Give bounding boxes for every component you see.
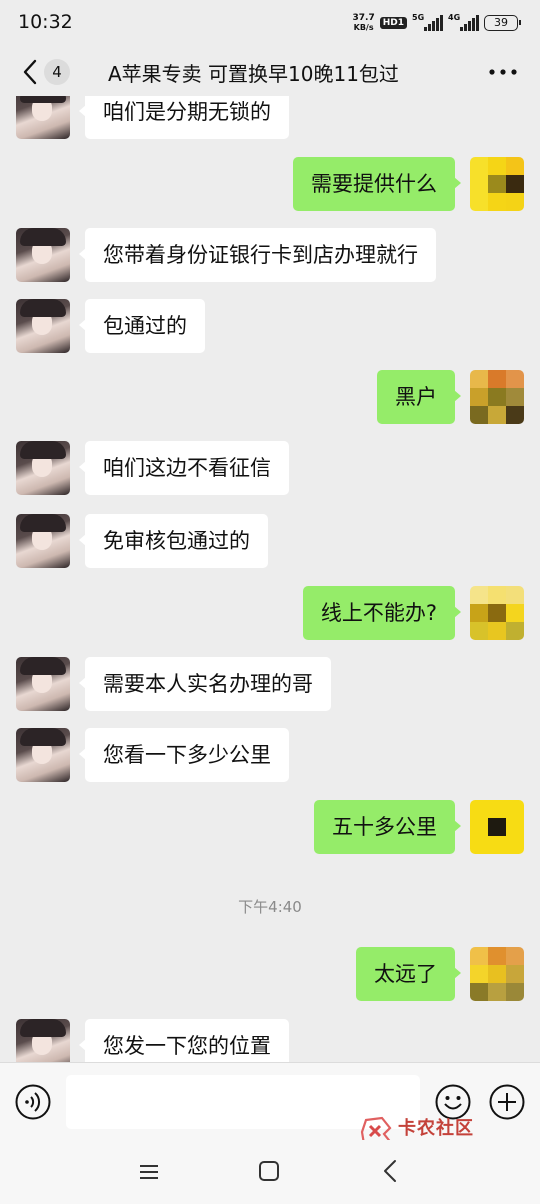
chat-input-bar <box>0 1062 540 1140</box>
contact-avatar[interactable] <box>16 228 70 282</box>
self-avatar[interactable] <box>470 800 524 854</box>
hd-badge: HD1 <box>379 17 407 29</box>
message-timestamp: 下午4:40 <box>238 898 302 916</box>
contact-avatar[interactable] <box>16 299 70 353</box>
status-bar: 10:32 37.7 KB/s HD1 5G 4G 39 <box>0 0 540 48</box>
more-horizontal-icon[interactable] <box>488 68 518 76</box>
network-speed-value: 37.7 <box>352 13 375 23</box>
sent-message-bubble[interactable]: 太远了 <box>356 947 461 1001</box>
received-message-bubble[interactable]: 您看一下多少公里 <box>79 728 289 782</box>
message-row: 咱们是分期无锁的 <box>0 96 540 145</box>
message-row: 需要本人实名办理的哥 <box>0 657 540 717</box>
chevron-left-icon[interactable] <box>18 58 44 86</box>
message-text-input[interactable] <box>66 1075 420 1129</box>
contact-avatar[interactable] <box>16 514 70 568</box>
message-row: 线上不能办? <box>0 586 540 646</box>
received-message-bubble[interactable]: 免审核包通过的 <box>79 514 268 568</box>
message-row: 免审核包通过的 <box>0 514 540 574</box>
contact-avatar[interactable] <box>16 96 70 139</box>
signal-5g-label: 5G <box>412 13 425 22</box>
sent-message-bubble[interactable]: 线上不能办? <box>302 586 462 640</box>
message-row: 五十多公里 <box>0 800 540 860</box>
unread-count-badge[interactable]: 4 <box>44 59 70 85</box>
message-row: 太远了 <box>0 947 540 1007</box>
message-row: 咱们这边不看征信 <box>0 441 540 501</box>
received-message-bubble[interactable]: 您带着身份证银行卡到店办理就行 <box>79 228 436 282</box>
menu-icon[interactable] <box>137 1162 161 1182</box>
message-row: 您看一下多少公里 <box>0 728 540 788</box>
status-indicators: 37.7 KB/s HD1 5G 4G 39 <box>352 13 521 33</box>
plus-circle-icon[interactable] <box>488 1083 526 1121</box>
received-message-bubble[interactable]: 您发一下您的位置 <box>79 1019 289 1062</box>
system-nav-bar <box>0 1140 540 1204</box>
received-message-bubble[interactable]: 包通过的 <box>79 299 205 353</box>
message-row: 您带着身份证银行卡到店办理就行 <box>0 228 540 288</box>
contact-avatar[interactable] <box>16 1019 70 1062</box>
received-message-bubble[interactable]: 需要本人实名办理的哥 <box>79 657 331 711</box>
emoji-smile-icon[interactable] <box>434 1083 472 1121</box>
signal-5g-icon: 5G <box>412 13 443 31</box>
message-list[interactable]: 咱们是分期无锁的 需要提供什么 您带着身份证银行卡到店办理就行 包通过的 黑户 … <box>0 96 540 1062</box>
sent-message-bubble[interactable]: 需要提供什么 <box>293 157 461 211</box>
self-avatar[interactable] <box>470 157 524 211</box>
message-row: 需要提供什么 <box>0 157 540 217</box>
message-row: 包通过的 <box>0 299 540 359</box>
back-triangle-icon[interactable] <box>380 1158 400 1184</box>
status-time: 10:32 <box>18 11 73 33</box>
message-row: 您发一下您的位置 <box>0 1019 540 1062</box>
home-square-icon[interactable] <box>258 1160 280 1182</box>
sent-message-bubble[interactable]: 五十多公里 <box>314 800 461 854</box>
sent-message-bubble[interactable]: 黑户 <box>377 370 461 424</box>
network-speed: 37.7 KB/s <box>352 13 375 33</box>
contact-avatar[interactable] <box>16 657 70 711</box>
self-avatar[interactable] <box>470 586 524 640</box>
contact-avatar[interactable] <box>16 441 70 495</box>
self-avatar[interactable] <box>470 370 524 424</box>
contact-avatar[interactable] <box>16 728 70 782</box>
battery-icon: 39 <box>484 15 521 31</box>
network-speed-unit: KB/s <box>353 23 374 32</box>
message-row: 黑户 <box>0 370 540 430</box>
self-avatar[interactable] <box>470 947 524 1001</box>
signal-4g-label: 4G <box>448 13 461 22</box>
received-message-bubble[interactable]: 咱们这边不看征信 <box>79 441 289 495</box>
chat-title: A苹果专卖 可置换早10晚11包过 <box>108 62 399 86</box>
voice-icon[interactable] <box>14 1083 52 1121</box>
received-message-bubble[interactable]: 咱们是分期无锁的 <box>79 96 289 139</box>
chat-header: 4 A苹果专卖 可置换早10晚11包过 <box>0 48 540 96</box>
signal-4g-icon: 4G <box>448 13 479 31</box>
